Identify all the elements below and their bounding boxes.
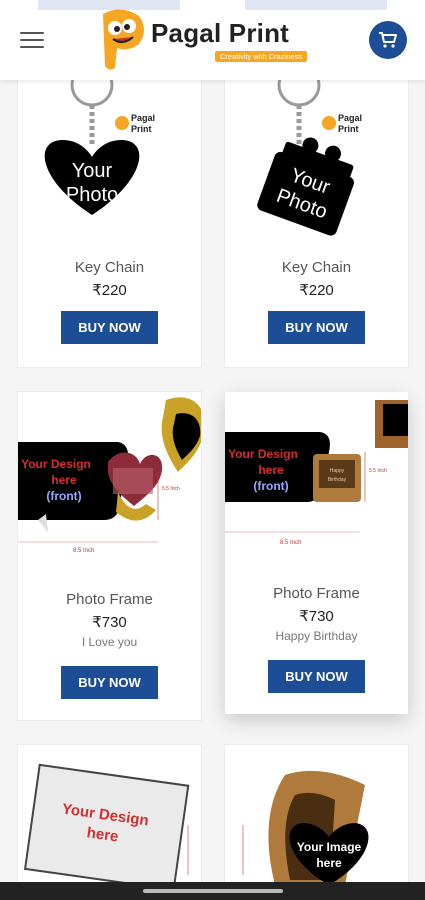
product-card[interactable]: 5.5 Inch 8.5 Inch Your Design here (fron… bbox=[18, 392, 201, 720]
svg-text:Photo: Photo bbox=[66, 184, 118, 206]
rock-frame-image: Your Design here bbox=[23, 763, 190, 891]
product-price: ₹220 bbox=[299, 282, 334, 299]
product-card[interactable]: Your Design here bbox=[18, 745, 201, 895]
svg-text:(front): (front) bbox=[253, 479, 288, 493]
product-image[interactable]: Happy Birthday 5.5 Inch 8.5 Inch Your De… bbox=[225, 392, 408, 572]
gift-keychain-image: Your Photo Pagal Print bbox=[257, 63, 362, 236]
dimension-label: 8.5 Inch bbox=[280, 540, 301, 546]
svg-text:Your Design: Your Design bbox=[21, 457, 91, 471]
product-subtitle: Happy Birthday bbox=[275, 629, 358, 643]
photo-frame-image: 5.5 Inch 8.5 Inch Your Design here (fron… bbox=[18, 397, 201, 554]
svg-text:5.5 Inch: 5.5 Inch bbox=[162, 486, 180, 492]
app-header: Pagal Print Creativity with Craziness bbox=[0, 0, 425, 80]
buy-now-button[interactable]: BUY NOW bbox=[268, 311, 365, 344]
product-listing-page: Pagal Print Creativity with Craziness Yo… bbox=[0, 0, 425, 900]
product-price: ₹730 bbox=[299, 608, 334, 625]
svg-text:(front): (front) bbox=[46, 489, 81, 503]
product-image[interactable]: 5.5 Inch 8.5 Inch Your Design here (fron… bbox=[18, 392, 201, 582]
brand-logo[interactable]: Pagal Print Creativity with Craziness bbox=[95, 8, 335, 72]
buy-now-button[interactable]: BUY NOW bbox=[61, 311, 158, 344]
svg-text:Happy: Happy bbox=[330, 468, 345, 474]
svg-text:Print: Print bbox=[131, 124, 152, 134]
product-card[interactable]: Your Image here bbox=[225, 745, 408, 895]
svg-text:here: here bbox=[51, 473, 77, 487]
product-title[interactable]: Photo Frame bbox=[225, 585, 408, 602]
dimension-label: 8.5 Inch bbox=[73, 548, 94, 554]
system-navigation-bar bbox=[0, 882, 425, 900]
hamburger-menu-icon[interactable] bbox=[20, 28, 46, 50]
cart-button[interactable] bbox=[369, 21, 407, 59]
product-image[interactable]: Your Image here bbox=[225, 745, 408, 895]
product-image[interactable]: Your Photo Pagal Print bbox=[18, 55, 201, 255]
heart-keychain-image: Your Photo Pagal Print bbox=[44, 63, 155, 215]
svg-text:here: here bbox=[316, 856, 342, 870]
brand-mascot-icon bbox=[103, 9, 144, 70]
svg-text:Pagal: Pagal bbox=[131, 113, 155, 123]
heart-frame-image: Your Image here bbox=[242, 770, 369, 885]
photo-frame-image: Happy Birthday 5.5 Inch 8.5 Inch Your De… bbox=[225, 400, 408, 546]
home-indicator[interactable] bbox=[143, 889, 283, 893]
buy-now-button[interactable]: BUY NOW bbox=[268, 660, 365, 693]
product-image[interactable]: Your Photo Pagal Print bbox=[225, 55, 408, 255]
svg-text:Print: Print bbox=[338, 124, 359, 134]
product-subtitle: I Love you bbox=[81, 635, 138, 649]
product-title[interactable]: Key Chain bbox=[18, 259, 201, 276]
svg-text:Birthday: Birthday bbox=[328, 477, 347, 483]
thumb-text: Your bbox=[72, 160, 113, 182]
product-card[interactable]: Your Photo Pagal Print Key Chain ₹220 BU… bbox=[225, 55, 408, 367]
product-card[interactable]: Your Photo Pagal Print Key Chain ₹220 BU… bbox=[18, 55, 201, 367]
brand-tagline: Creativity with Craziness bbox=[215, 51, 308, 62]
svg-text:Your Image: Your Image bbox=[297, 840, 362, 854]
svg-text:here: here bbox=[258, 463, 284, 477]
product-title[interactable]: Photo Frame bbox=[18, 591, 201, 608]
product-card[interactable]: Happy Birthday 5.5 Inch 8.5 Inch Your De… bbox=[225, 392, 408, 714]
product-price: ₹220 bbox=[92, 282, 127, 299]
svg-text:5.5 Inch: 5.5 Inch bbox=[369, 468, 387, 474]
product-title[interactable]: Key Chain bbox=[225, 259, 408, 276]
cart-icon bbox=[379, 32, 397, 48]
brand-name: Pagal Print bbox=[151, 18, 290, 48]
buy-now-button[interactable]: BUY NOW bbox=[61, 666, 158, 699]
product-price: ₹730 bbox=[92, 614, 127, 631]
product-image[interactable]: Your Design here bbox=[18, 745, 201, 895]
svg-text:Your Design: Your Design bbox=[228, 447, 298, 461]
svg-text:Pagal: Pagal bbox=[338, 113, 362, 123]
